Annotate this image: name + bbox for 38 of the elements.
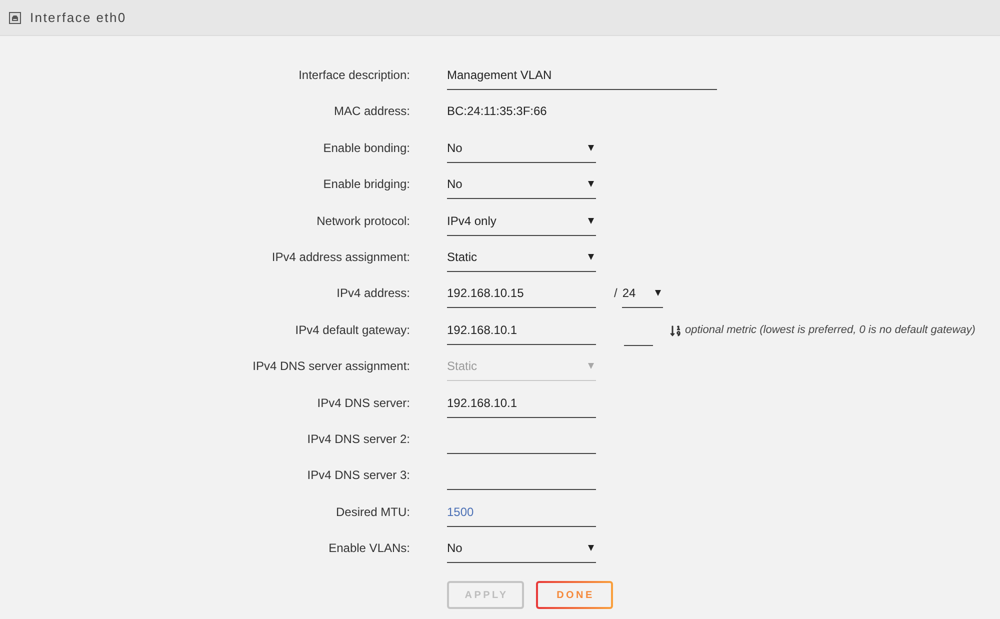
field-label: IPv4 DNS server assignment: — [252, 359, 410, 374]
field-label: IPv4 address assignment: — [272, 250, 410, 264]
field-label: IPv4 DNS server 2: — [307, 432, 410, 446]
prefix-length-dropdown[interactable]: 24 — [622, 279, 664, 308]
text-field[interactable]: 192.168.10.15 — [447, 279, 596, 308]
dropdown[interactable]: Static — [447, 242, 596, 272]
text-field[interactable]: 192.168.10.1 — [447, 388, 596, 418]
field-label: Enable bridging: — [323, 177, 410, 192]
metric-hint: optional metric (lowest is preferred, 0 is no default gateway) — [685, 322, 976, 337]
field-label: IPv4 address: — [336, 286, 410, 300]
text-field[interactable]: 1500 — [447, 498, 596, 527]
field-label: IPv4 DNS server 3: — [307, 468, 410, 482]
caret-icon — [588, 218, 594, 224]
prefix-separator: / — [614, 286, 618, 300]
field-label: IPv4 DNS server: — [317, 396, 410, 410]
field-label: MAC address: — [334, 104, 410, 118]
caret-icon — [588, 254, 594, 260]
text-field[interactable]: 192.168.10.1 — [447, 316, 596, 345]
network-port-icon — [9, 12, 21, 24]
dropdown[interactable]: No — [447, 170, 596, 200]
field-label: IPv4 default gateway: — [295, 322, 410, 337]
caret-icon — [588, 545, 594, 552]
field-label: Network protocol: — [316, 214, 410, 228]
field-label: Desired MTU: — [336, 504, 410, 519]
field-label: Interface description: — [298, 68, 410, 82]
caret-icon — [588, 363, 594, 370]
caret-icon — [588, 144, 594, 151]
mac-address-value: BC:24:11:35:3F:66 — [447, 104, 547, 118]
field-label: Enable VLANs: — [328, 541, 410, 556]
dropdown[interactable]: No — [447, 534, 596, 564]
description-field[interactable]: Management VLAN — [447, 61, 717, 90]
field-label: Enable bonding: — [323, 140, 410, 155]
dropdown[interactable]: No — [447, 134, 596, 163]
caret-icon — [655, 290, 662, 296]
caret-icon — [588, 181, 594, 188]
window-title: Interface eth0 — [30, 10, 126, 25]
sort-numeric-icon — [670, 324, 681, 337]
dropdown[interactable]: IPv4 only — [447, 206, 596, 236]
